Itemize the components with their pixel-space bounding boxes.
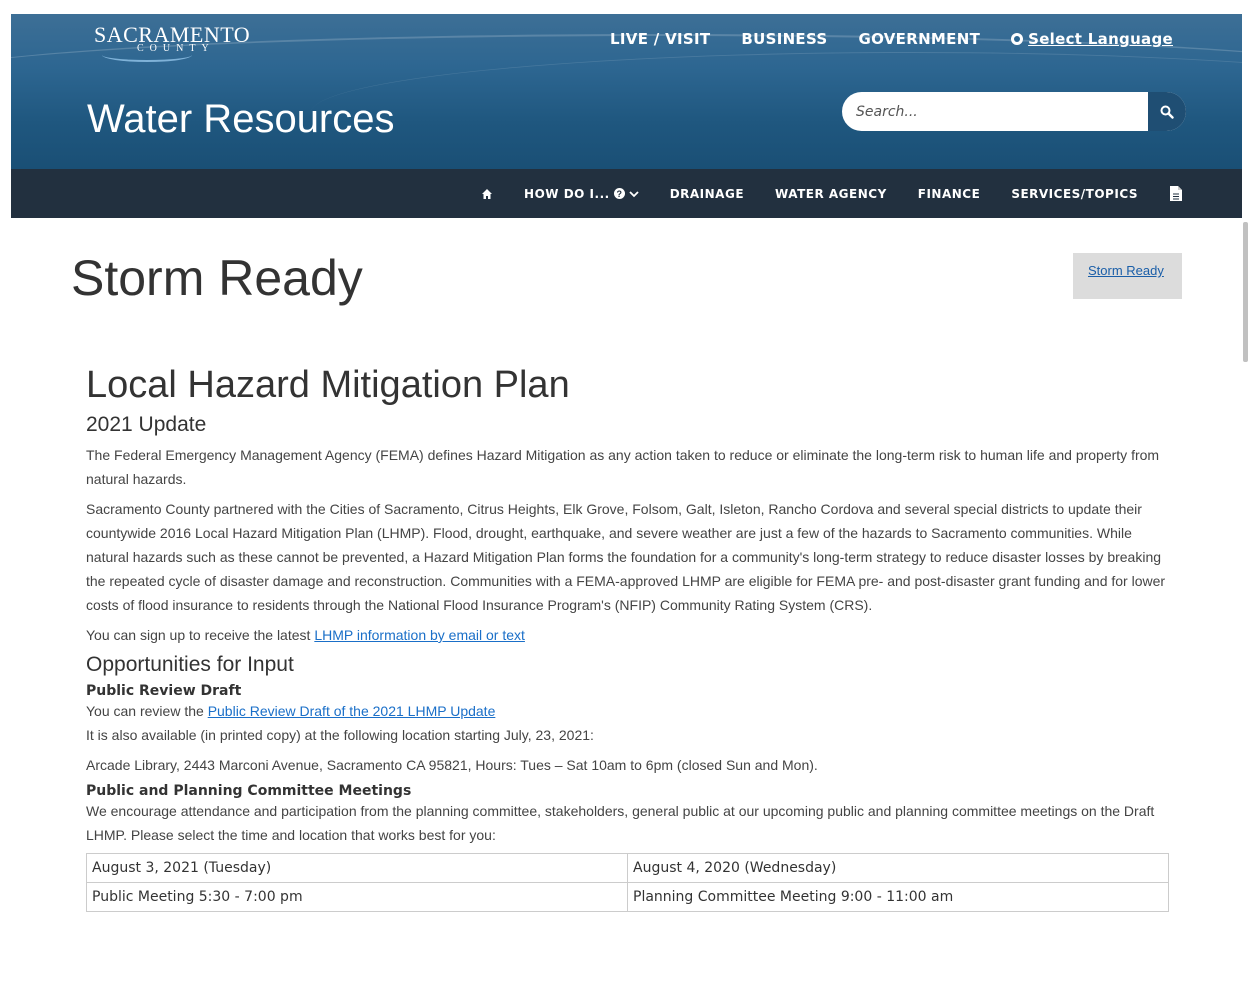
select-language-label: Select Language bbox=[1028, 30, 1173, 48]
nav-drainage[interactable]: DRAINAGE bbox=[670, 187, 744, 201]
input-heading: Opportunities for Input bbox=[86, 653, 294, 676]
printed-copy-text: It is also available (in printed copy) a… bbox=[86, 727, 594, 743]
site-header: SACRAMENTO COUNTY LIVE / VISIT BUSINESS … bbox=[11, 14, 1242, 169]
county-logo[interactable]: SACRAMENTO COUNTY bbox=[94, 22, 250, 62]
nav-how-do-i[interactable]: HOW DO I... ? bbox=[524, 187, 639, 201]
meetings-text: We encourage attendance and participatio… bbox=[86, 803, 1155, 843]
table-row: August 3, 2021 (Tuesday) August 4, 2020 … bbox=[86, 853, 1169, 883]
signup-link[interactable]: LHMP information by email or text bbox=[314, 627, 525, 643]
main-navbar: HOW DO I... ? DRAINAGE WATER AGENCY FINA… bbox=[11, 169, 1242, 218]
signup-text: You can sign up to receive the latest bbox=[86, 627, 315, 643]
globe-icon bbox=[1011, 33, 1024, 45]
site-title[interactable]: Water Resources bbox=[87, 97, 395, 142]
top-strip bbox=[0, 0, 1248, 14]
review-draft-link[interactable]: Public Review Draft of the 2021 LHMP Upd… bbox=[208, 703, 496, 719]
page-title: Storm Ready bbox=[71, 250, 363, 306]
search-icon bbox=[1160, 105, 1174, 119]
review-text: You can review the bbox=[86, 703, 208, 719]
chevron-down-icon bbox=[629, 190, 639, 197]
review-paragraph: You can review the Public Review Draft o… bbox=[86, 699, 1171, 723]
table-row: Public Meeting 5:30 - 7:00 pm Planning C… bbox=[86, 882, 1169, 912]
search-input[interactable] bbox=[842, 92, 1148, 131]
table-cell: August 3, 2021 (Tuesday) bbox=[86, 853, 628, 883]
meetings-table: August 3, 2021 (Tuesday) August 4, 2020 … bbox=[86, 853, 1169, 912]
signup-paragraph: You can sign up to receive the latest LH… bbox=[86, 623, 1171, 647]
para-partnership: Sacramento County partnered with the Cit… bbox=[86, 501, 1166, 613]
nav-how-do-i-label: HOW DO I... bbox=[524, 186, 610, 201]
update-heading: 2021 Update bbox=[86, 413, 207, 436]
home-icon[interactable] bbox=[481, 188, 493, 200]
search-box bbox=[842, 92, 1186, 131]
logo-arc bbox=[102, 48, 192, 62]
breadcrumb: Storm Ready bbox=[1073, 253, 1182, 299]
search-button[interactable] bbox=[1148, 92, 1186, 131]
nav-government[interactable]: GOVERNMENT bbox=[859, 30, 981, 48]
table-cell: Public Meeting 5:30 - 7:00 pm bbox=[86, 882, 628, 912]
page-scrollbar[interactable] bbox=[1243, 222, 1248, 362]
nav-water-agency[interactable]: WATER AGENCY bbox=[775, 187, 887, 201]
breadcrumb-link[interactable]: Storm Ready bbox=[1088, 263, 1164, 278]
top-nav: LIVE / VISIT BUSINESS GOVERNMENT Select … bbox=[610, 30, 1173, 48]
table-cell: Planning Committee Meeting 9:00 - 11:00 … bbox=[627, 882, 1169, 912]
document-icon[interactable] bbox=[1169, 185, 1183, 202]
nav-business[interactable]: BUSINESS bbox=[741, 30, 827, 48]
nav-services-topics[interactable]: SERVICES/TOPICS bbox=[1011, 187, 1138, 201]
select-language-link[interactable]: Select Language bbox=[1011, 30, 1173, 48]
table-cell: August 4, 2020 (Wednesday) bbox=[627, 853, 1169, 883]
nav-live-visit[interactable]: LIVE / VISIT bbox=[610, 30, 710, 48]
meetings-title: Public and Planning Committee Meetings bbox=[86, 783, 412, 799]
section-heading: Local Hazard Mitigation Plan bbox=[86, 364, 570, 406]
para-fema: The Federal Emergency Management Agency … bbox=[86, 447, 1160, 487]
review-title: Public Review Draft bbox=[86, 683, 242, 699]
question-icon: ? bbox=[613, 188, 625, 199]
nav-finance[interactable]: FINANCE bbox=[918, 187, 981, 201]
main-content: Local Hazard Mitigation Plan 2021 Update… bbox=[86, 364, 1171, 912]
library-text: Arcade Library, 2443 Marconi Avenue, Sac… bbox=[86, 757, 818, 773]
